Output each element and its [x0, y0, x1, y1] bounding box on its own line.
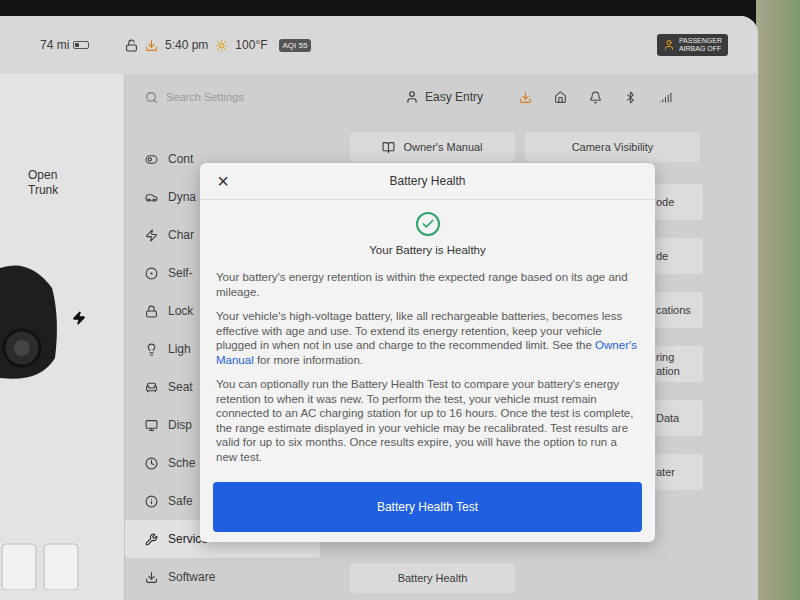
menu-label: Software [168, 570, 215, 584]
dialog-body: Your Battery is Healthy Your battery's en… [200, 200, 655, 478]
aqi-badge: AQI 55 [279, 39, 312, 52]
menu-item[interactable]: Software [125, 558, 320, 596]
tile-label: ring [656, 350, 703, 364]
trunk-label-line: Open [28, 168, 124, 183]
dialog-paragraph: You can optionally run the Battery Healt… [216, 377, 639, 464]
paragraph-text: Your vehicle's high-voltage battery, lik… [216, 310, 622, 351]
display-icon [145, 419, 158, 432]
open-trunk-button[interactable]: OpenTrunk [0, 168, 124, 198]
menu-label: Seat [168, 380, 193, 394]
seats-icon [0, 540, 90, 590]
status-heading: Your Battery is Healthy [369, 244, 486, 256]
seat-icon [145, 381, 158, 394]
menu-label: Dyna [168, 190, 196, 204]
airbag-line: PASSENGER [679, 37, 722, 45]
car-icon [0, 248, 60, 388]
user-icon [405, 90, 419, 104]
header-icons: Easy Entry [330, 90, 758, 104]
button-label: Owner's Manual [403, 141, 482, 153]
content-button[interactable]: Owner's Manual [350, 132, 515, 162]
search-placeholder: Search Settings [166, 91, 244, 103]
airbag-line: AIRBAG OFF [679, 45, 722, 53]
lock-icon [145, 305, 158, 318]
paragraph-text: Your battery's energy retention is withi… [216, 271, 628, 298]
menu-label: Disp [168, 418, 192, 432]
paragraph-text: You can optionally run the Battery Healt… [216, 378, 633, 463]
car-row [0, 248, 124, 388]
top-buttons: Owner's Manual Camera Visibility [330, 132, 758, 162]
bluetooth-icon[interactable] [624, 91, 637, 104]
tile-label: Data [656, 411, 703, 425]
light-icon [145, 343, 158, 356]
battery-health-button[interactable]: Battery Health [350, 563, 515, 593]
bottom-row: Battery Health [330, 563, 758, 600]
battery-icon [73, 41, 89, 49]
battery-health-dialog: ×Battery HealthYour Battery is HealthyYo… [200, 163, 655, 542]
passenger-icon [663, 39, 675, 51]
settings-header: Search Settings Easy Entry [125, 74, 758, 120]
paragraph-text: for more information. [254, 354, 363, 366]
menu-label: Cont [168, 152, 193, 166]
menu-label: Lock [168, 304, 193, 318]
dialog-header: ×Battery Health [200, 163, 655, 200]
tile-label: ode [656, 195, 703, 209]
clock-icon [145, 457, 158, 470]
range-text: 74 mi [40, 38, 69, 52]
menu-label: Char [168, 228, 194, 242]
bolt-icon [145, 229, 158, 242]
vehicle-panel: OpenTrunk [0, 74, 125, 600]
steering-wheel-icon [145, 267, 158, 280]
download-icon[interactable] [145, 39, 158, 52]
button-label: Camera Visibility [572, 141, 654, 153]
signal-icon [659, 91, 672, 104]
profile-button[interactable]: Easy Entry [405, 90, 483, 104]
airbag-text: PASSENGERAIRBAG OFF [679, 37, 722, 52]
home-icon[interactable] [554, 91, 567, 104]
close-button[interactable]: × [212, 171, 234, 191]
dialog-paragraph: Your battery's energy retention is withi… [216, 270, 639, 299]
range-indicator: 74 mi [0, 38, 125, 52]
status-group: 5:40 pm 100°F AQI 55 [125, 38, 311, 52]
book-icon [382, 141, 395, 154]
photo-frame: 74 mi 5:40 pm 100°F AQI 55 PASSENGERAIRBAG O… [0, 0, 800, 600]
content-button[interactable]: Camera Visibility [525, 132, 700, 162]
menu-label: Safe [168, 494, 193, 508]
charging-icon [72, 311, 86, 325]
download-icon[interactable] [519, 91, 532, 104]
wrench-icon [145, 533, 158, 546]
bell-icon[interactable] [589, 91, 602, 104]
dialog-title: Battery Health [234, 174, 621, 188]
trunk-label-line: Trunk [28, 183, 124, 198]
profile-name: Easy Entry [425, 90, 483, 104]
seats-diagram [0, 540, 124, 600]
toggle-icon [145, 153, 158, 166]
sun-icon [215, 39, 228, 52]
clock-text: 5:40 pm [165, 38, 208, 52]
status-bar: 74 mi 5:40 pm 100°F AQI 55 PASSENGERAIRBAG O… [0, 16, 758, 74]
tile-label: ation [656, 364, 703, 378]
search-icon [145, 91, 158, 104]
car-icon [145, 191, 158, 204]
battery-fill [75, 43, 79, 47]
tile-label: de [656, 249, 703, 263]
temperature-text: 100°F [235, 38, 267, 52]
battery-health-test-button[interactable]: Battery Health Test [213, 482, 642, 532]
menu-label: Self- [168, 266, 193, 280]
download-icon [145, 571, 158, 584]
info-icon [145, 495, 158, 508]
search-field[interactable]: Search Settings [125, 91, 330, 104]
lock-icon[interactable] [125, 39, 138, 52]
dialog-paragraph: Your vehicle's high-voltage battery, lik… [216, 309, 639, 367]
button-label: Battery Health [398, 572, 468, 584]
touchscreen: 74 mi 5:40 pm 100°F AQI 55 PASSENGERAIRBAG O… [0, 16, 758, 600]
check-circle-icon [416, 212, 440, 236]
airbag-badge: PASSENGERAIRBAG OFF [657, 34, 728, 55]
menu-label: Sche [168, 456, 195, 470]
menu-label: Ligh [168, 342, 191, 356]
tile-label: cations [656, 303, 703, 317]
check-icon [421, 217, 435, 231]
tile-label: ater [656, 465, 703, 479]
